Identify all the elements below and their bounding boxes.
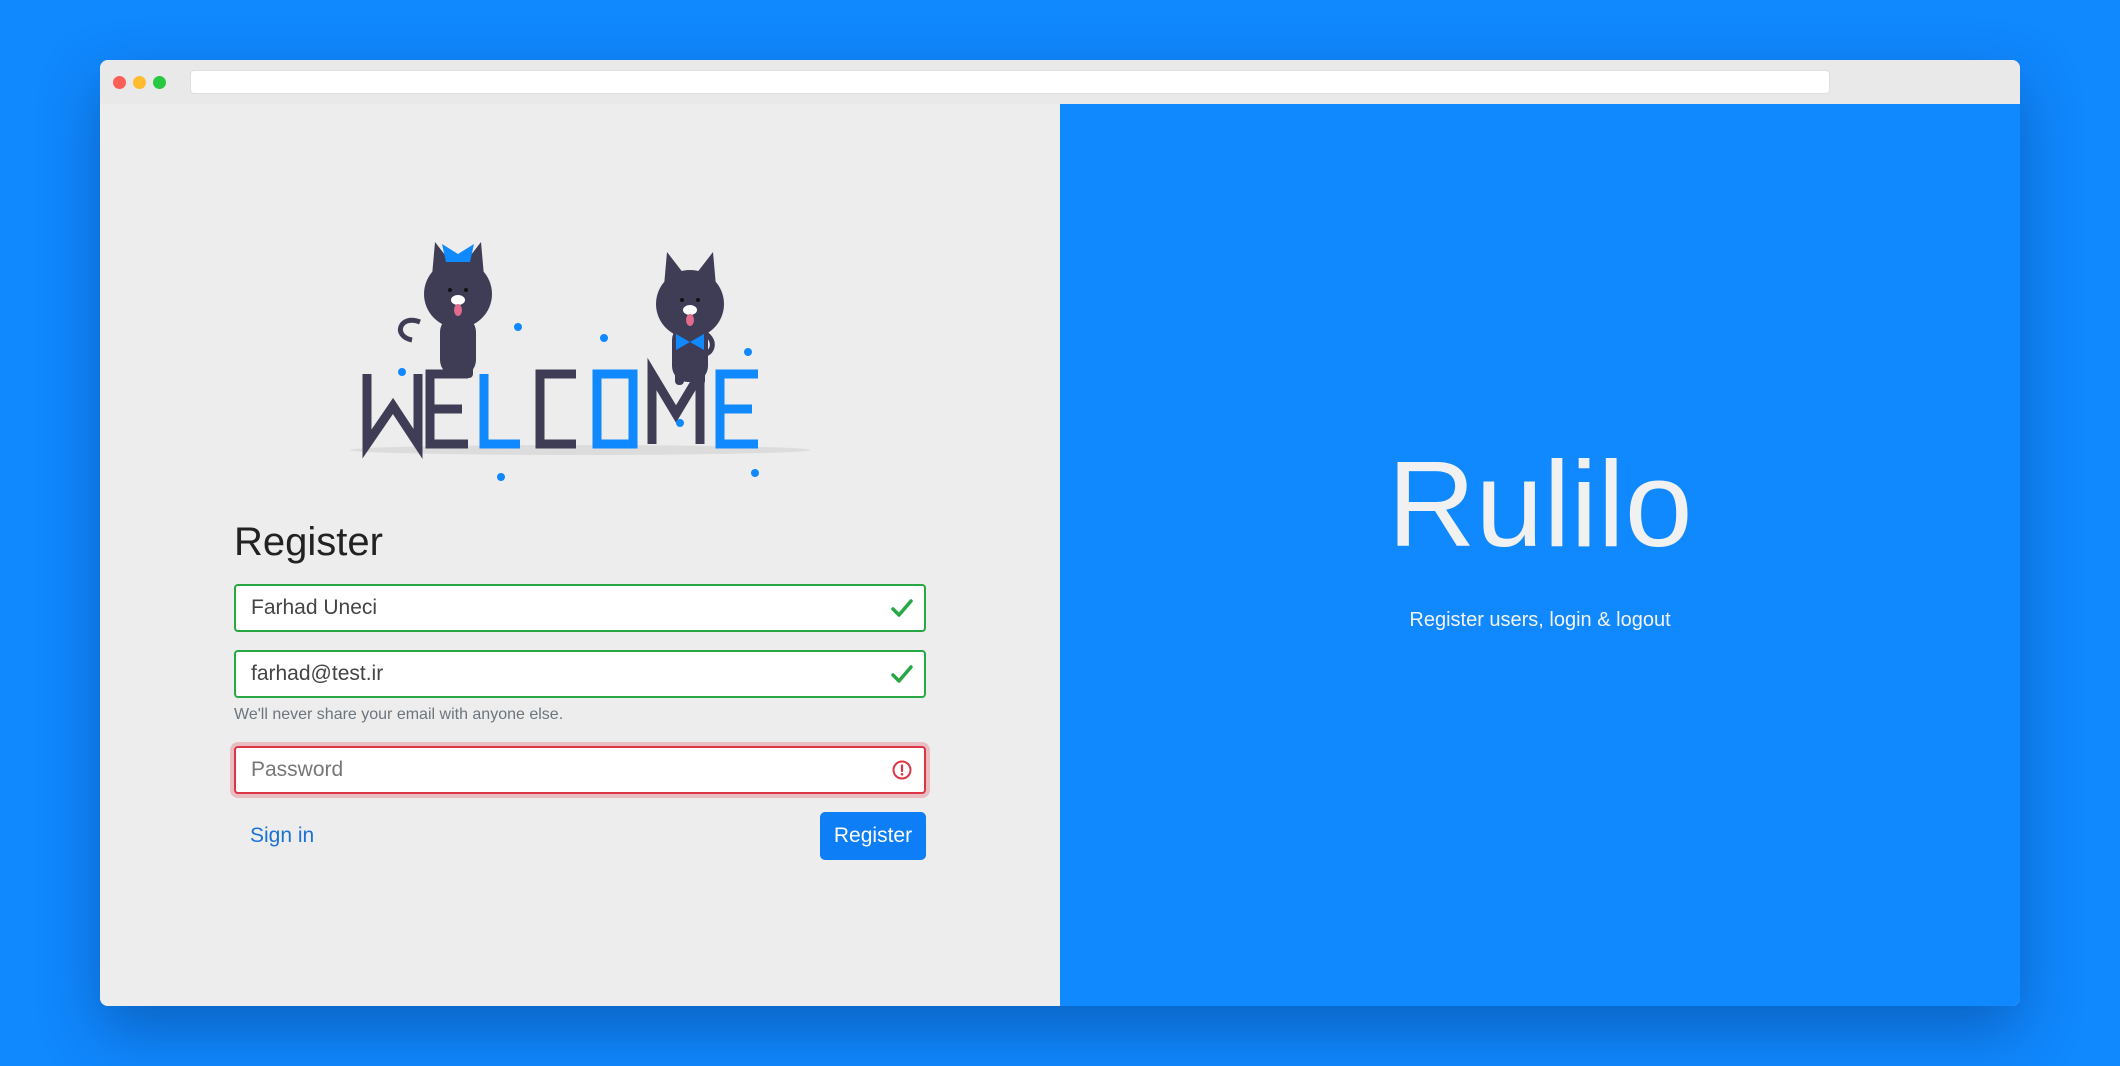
form-actions: Sign in Register [234,812,926,862]
right-cat [656,252,724,385]
brand-tagline: Register users, login & logout [1409,609,1671,631]
check-icon [891,599,913,617]
email-input[interactable] [236,652,876,696]
browser-window: Register We'll never share your email wi… [100,60,2020,1006]
welcome-cats-illustration [350,242,810,481]
welcome-letter-l [479,374,520,449]
check-icon [891,665,913,683]
name-input[interactable] [236,586,876,630]
welcome-letter-m [647,357,705,444]
password-field [234,746,926,794]
minimize-window-button[interactable] [133,76,146,89]
hero-panel: Rulilo Register users, login & logout [1060,104,2020,1006]
maximize-window-button[interactable] [153,76,166,89]
error-icon [892,760,912,780]
welcome-letter-w [362,374,423,460]
register-panel: Register We'll never share your email wi… [100,104,1060,1006]
brand-title: Rulilo [1387,436,1693,572]
email-help-text: We'll never share your email with anyone… [234,706,564,723]
close-window-button[interactable] [113,76,126,89]
register-button[interactable]: Register [820,812,926,860]
form-title: Register [234,520,383,564]
email-field [234,650,926,698]
password-input[interactable] [236,748,876,792]
welcome-letter-c [535,369,576,449]
name-field [234,584,926,632]
address-bar[interactable] [190,70,1830,94]
welcome-letter-o [592,369,638,449]
register-form: Register We'll never share your email wi… [234,514,926,862]
sign-in-link[interactable]: Sign in [250,824,314,848]
left-cat [398,242,492,378]
browser-titlebar [100,60,2020,104]
